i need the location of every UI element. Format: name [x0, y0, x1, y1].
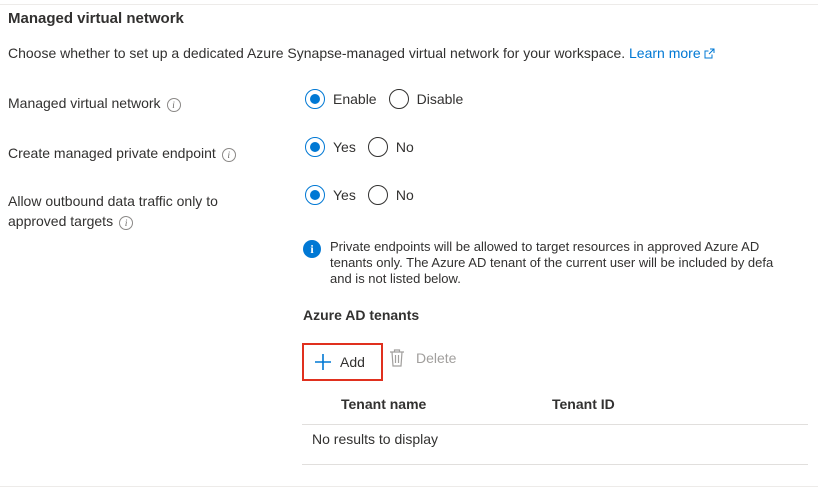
radio-private-endpoint-yes[interactable]: Yes: [305, 137, 356, 157]
radio-yes-indicator[interactable]: [305, 185, 325, 205]
radio-disable[interactable]: Disable: [388, 89, 464, 109]
column-header-tenant-name[interactable]: Tenant name: [341, 396, 426, 412]
plus-icon: [315, 354, 331, 370]
private-endpoint-radio-group: Yes No: [305, 137, 426, 157]
outbound-label-line2: approved targets: [8, 213, 114, 229]
radio-disable-label: Disable: [416, 91, 464, 107]
delete-button-label: Delete: [416, 350, 457, 366]
info-message-text: Private endpoints will be allowed to tar…: [330, 239, 774, 286]
managed-vnet-label-text: Managed virtual network: [8, 95, 161, 111]
add-button-label: Add: [340, 354, 365, 370]
top-divider: [0, 4, 818, 5]
radio-no-label: No: [395, 139, 414, 155]
table-header-divider: [302, 424, 808, 425]
radio-outbound-yes[interactable]: Yes: [305, 185, 356, 205]
trash-icon: [390, 349, 404, 367]
radio-enable-indicator[interactable]: [305, 89, 325, 109]
managed-vnet-label: Managed virtual network i: [8, 93, 181, 113]
add-tenant-button[interactable]: Add: [302, 343, 383, 381]
radio-enable-label: Enable: [333, 91, 377, 107]
radio-no-indicator[interactable]: [367, 137, 388, 157]
tenants-heading: Azure AD tenants: [303, 307, 420, 323]
external-link-icon: [704, 48, 715, 59]
empty-state-row: No results to display: [312, 431, 439, 447]
radio-private-endpoint-no[interactable]: No: [367, 137, 414, 157]
radio-yes-label: Yes: [333, 187, 356, 203]
radio-yes-label: Yes: [333, 139, 356, 155]
info-icon[interactable]: i: [166, 98, 181, 112]
managed-vnet-radio-group: Enable Disable: [305, 89, 475, 109]
info-icon[interactable]: i: [221, 148, 236, 162]
bottom-divider: [0, 486, 818, 487]
info-message: i Private endpoints will be allowed to t…: [303, 239, 818, 287]
radio-disable-indicator[interactable]: [388, 89, 409, 109]
column-header-tenant-id[interactable]: Tenant ID: [552, 396, 615, 412]
radio-outbound-no[interactable]: No: [367, 185, 414, 205]
info-filled-icon: i: [303, 240, 321, 258]
info-icon[interactable]: i: [119, 216, 134, 230]
private-endpoint-label-text: Create managed private endpoint: [8, 145, 216, 161]
section-description: Choose whether to set up a dedicated Azu…: [8, 45, 715, 61]
private-endpoint-label: Create managed private endpoint i: [8, 143, 236, 163]
outbound-radio-group: Yes No: [305, 185, 426, 205]
learn-more-label: Learn more: [629, 45, 701, 61]
learn-more-link[interactable]: Learn more: [629, 45, 715, 61]
radio-yes-indicator[interactable]: [305, 137, 325, 157]
radio-no-label: No: [395, 187, 414, 203]
outbound-label-line1: Allow outbound data traffic only to: [8, 193, 218, 209]
delete-tenant-button[interactable]: Delete: [389, 349, 456, 367]
radio-enable[interactable]: Enable: [305, 89, 377, 109]
outbound-traffic-label: Allow outbound data traffic only to appr…: [8, 191, 218, 231]
radio-no-indicator[interactable]: [367, 185, 388, 205]
table-bottom-divider: [302, 464, 808, 465]
section-title: Managed virtual network: [8, 10, 184, 27]
description-text: Choose whether to set up a dedicated Azu…: [8, 45, 626, 61]
